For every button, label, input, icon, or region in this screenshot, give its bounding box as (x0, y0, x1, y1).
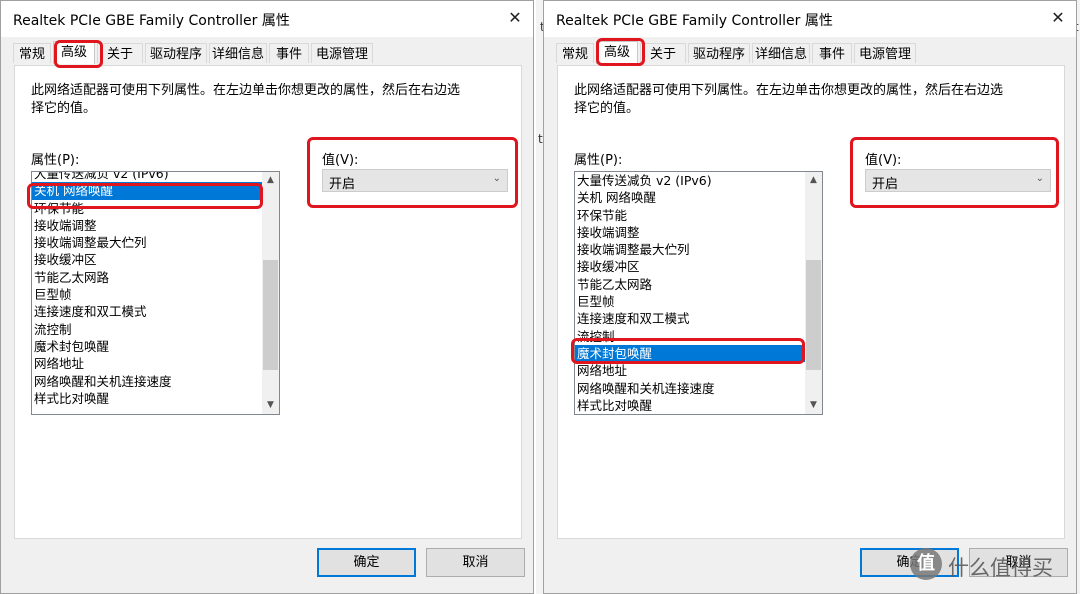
highlight-value-right (850, 137, 1059, 208)
tab-details[interactable]: 详细信息 (752, 43, 810, 63)
list-item[interactable]: 巨型帧 (575, 293, 805, 310)
tab-general[interactable]: 常规 (13, 43, 51, 63)
list-item[interactable]: 节能乙太网路 (575, 276, 805, 293)
list-item[interactable]: 网络地址 (575, 362, 805, 379)
list-item[interactable]: 网络唤醒和关机连接速度 (32, 373, 262, 390)
description-text: 此网络适配器可使用下列属性。在左边单击你想更改的属性，然后在右边选择它的值。 (574, 83, 1004, 116)
watermark-text: 什么值得买 (948, 556, 1053, 580)
vertical-scrollbar[interactable]: ▲ ▼ (805, 172, 822, 414)
tab-about[interactable]: 关于 (640, 43, 686, 63)
highlight-tab-advanced-left (54, 40, 103, 68)
tab-details[interactable]: 详细信息 (209, 43, 267, 63)
title-bar: Realtek PCIe GBE Family Controller 属性 ✕ (544, 1, 1076, 37)
list-item[interactable]: 接收端调整最大伫列 (32, 234, 262, 251)
highlight-tab-advanced-right (596, 38, 645, 66)
highlight-selected-property-right (571, 338, 805, 364)
list-item[interactable]: 接收缓冲区 (575, 258, 805, 275)
description-text: 此网络适配器可使用下列属性。在左边单击你想更改的属性，然后在右边选择它的值。 (31, 83, 461, 116)
list-item[interactable]: 流控制 (32, 321, 262, 338)
tab-events[interactable]: 事件 (812, 43, 852, 63)
property-list: 大量传送减负 v2 (IPv6) 关机 网络唤醒 环保节能 接收端调整 接收端调… (575, 172, 805, 414)
tab-power-management[interactable]: 电源管理 (854, 43, 916, 63)
close-icon[interactable]: ✕ (497, 1, 533, 37)
list-item[interactable]: 样式比对唤醒 (575, 397, 805, 414)
scroll-up-icon[interactable]: ▲ (262, 172, 279, 189)
list-item[interactable]: 接收缓冲区 (32, 251, 262, 268)
cancel-button[interactable]: 取消 (426, 548, 525, 577)
list-item[interactable]: 连接速度和双工模式 (32, 303, 262, 320)
list-item[interactable]: 接收端调整 (32, 217, 262, 234)
list-item[interactable]: 魔术封包唤醒 (32, 338, 262, 355)
property-label: 属性(P): (31, 153, 80, 168)
dialog-title: Realtek PCIe GBE Family Controller 属性 (556, 13, 833, 29)
list-item[interactable]: 大量传送减负 v2 (IPv6) (575, 172, 805, 189)
tab-about[interactable]: 关于 (97, 43, 143, 63)
property-label: 属性(P): (574, 153, 623, 168)
highlight-value-left (307, 137, 518, 208)
ok-button[interactable]: 确定 (317, 548, 416, 577)
highlight-selected-property-left (27, 183, 263, 209)
close-icon[interactable]: ✕ (1040, 1, 1076, 37)
scroll-up-icon[interactable]: ▲ (805, 172, 822, 189)
property-listbox[interactable]: 大量传送减负 v2 (IPv6) 关机 网络唤醒 环保节能 接收端调整 接收端调… (574, 171, 823, 415)
list-item[interactable]: 接收端调整最大伫列 (575, 241, 805, 258)
list-item[interactable]: 接收端调整 (575, 224, 805, 241)
title-bar: Realtek PCIe GBE Family Controller 属性 ✕ (1, 1, 533, 37)
list-item[interactable]: 网络地址 (32, 355, 262, 372)
properties-dialog-right: Realtek PCIe GBE Family Controller 属性 ✕ … (543, 0, 1077, 594)
list-item[interactable]: 巨型帧 (32, 286, 262, 303)
scroll-down-icon[interactable]: ▼ (262, 397, 279, 414)
scroll-thumb[interactable] (263, 260, 278, 370)
tab-general[interactable]: 常规 (556, 43, 594, 63)
tab-power-management[interactable]: 电源管理 (311, 43, 373, 63)
watermark-logo: 值 (910, 548, 942, 580)
properties-dialog-left: Realtek PCIe GBE Family Controller 属性 ✕ … (0, 0, 534, 594)
list-item[interactable]: 关机 网络唤醒 (575, 189, 805, 206)
list-item[interactable]: 节能乙太网路 (32, 269, 262, 286)
scroll-thumb[interactable] (806, 260, 821, 370)
vertical-scrollbar[interactable]: ▲ ▼ (262, 172, 279, 414)
tab-driver[interactable]: 驱动程序 (688, 43, 750, 63)
list-item[interactable]: 样式比对唤醒 (32, 390, 262, 407)
dialog-title: Realtek PCIe GBE Family Controller 属性 (13, 13, 290, 29)
scroll-down-icon[interactable]: ▼ (805, 397, 822, 414)
tab-driver[interactable]: 驱动程序 (145, 43, 207, 63)
tab-events[interactable]: 事件 (269, 43, 309, 63)
list-item[interactable]: 网络唤醒和关机连接速度 (575, 380, 805, 397)
list-item[interactable]: 环保节能 (575, 207, 805, 224)
list-item[interactable]: 大量传送减负 v2 (IPv6) (32, 172, 262, 182)
list-item[interactable]: 连接速度和双工模式 (575, 310, 805, 327)
